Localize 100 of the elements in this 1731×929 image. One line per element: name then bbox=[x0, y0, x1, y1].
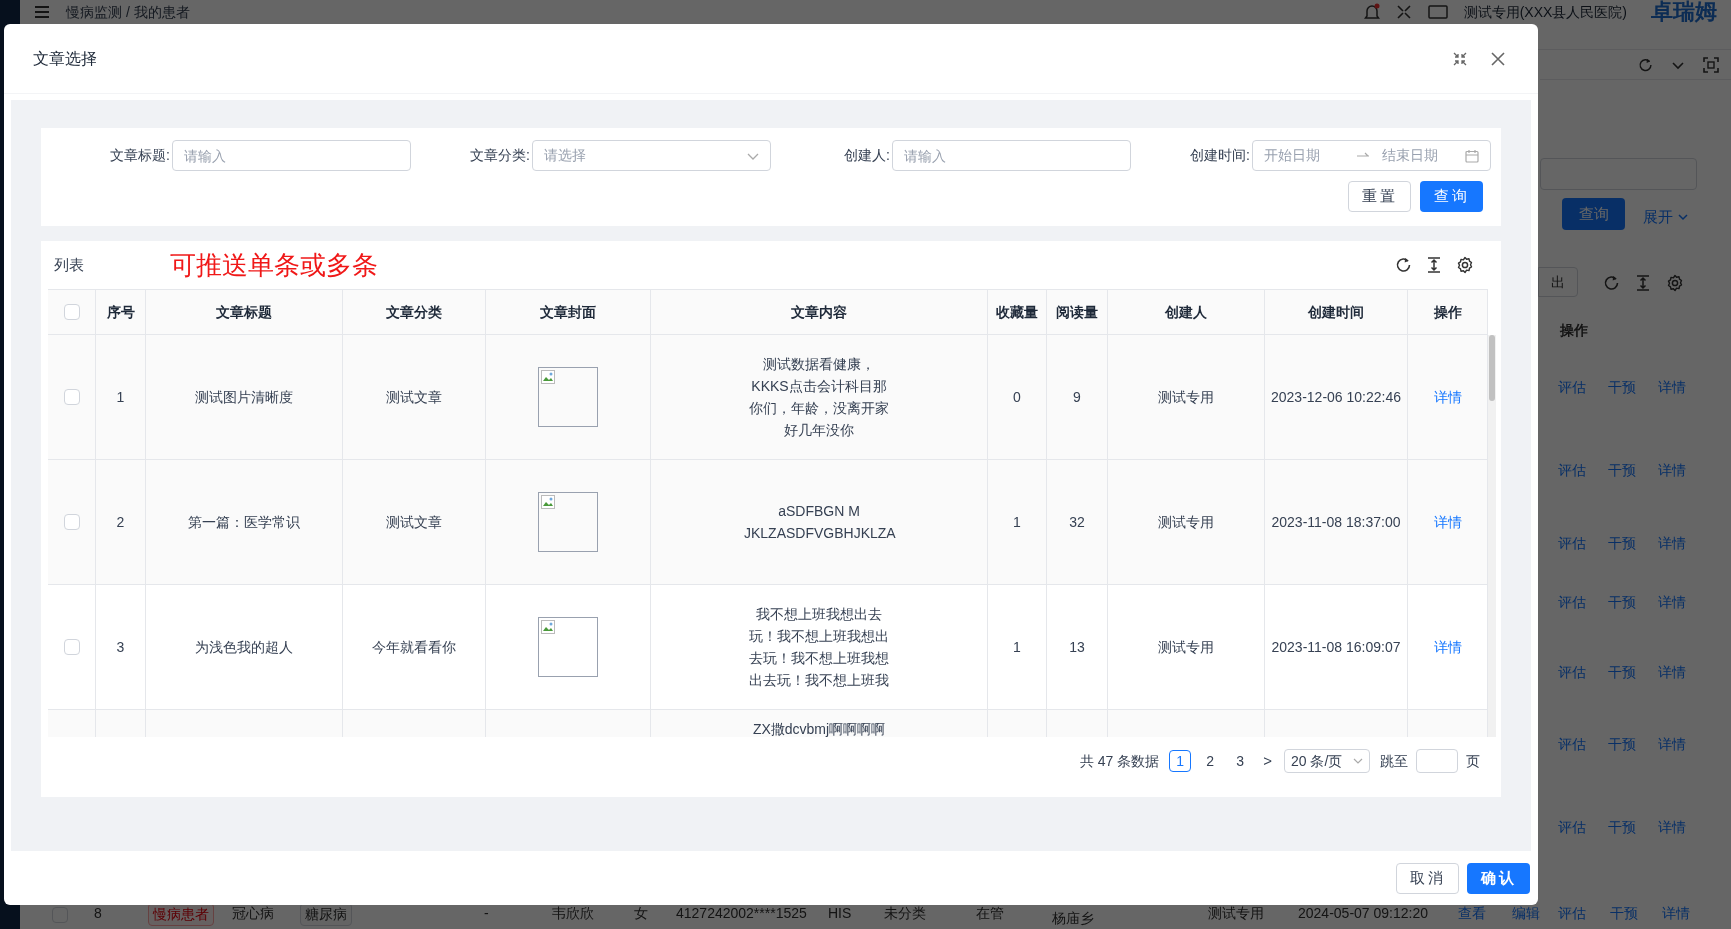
action-link[interactable]: 详情 bbox=[1658, 662, 1686, 683]
input-field[interactable]: 请输入 bbox=[172, 140, 411, 171]
column-header: 文章分类 bbox=[386, 302, 442, 322]
scrollbar[interactable] bbox=[1488, 335, 1496, 737]
action-link[interactable]: 评估 bbox=[1558, 533, 1586, 554]
table-cell-text: 为浅色我的超人 bbox=[195, 637, 293, 657]
column-header: 收藏量 bbox=[996, 302, 1038, 322]
article-content: ZX撒dcvbmj啊啊啊啊 bbox=[751, 720, 887, 737]
broken-image-icon bbox=[538, 617, 598, 677]
placeholder-text: 开始日期 bbox=[1264, 146, 1321, 165]
action-link[interactable]: 评估 bbox=[1558, 592, 1586, 613]
table-cell: 杨庙乡 bbox=[1052, 910, 1094, 926]
action-link[interactable]: 编辑 bbox=[1512, 903, 1540, 924]
action-link[interactable]: 详情 bbox=[1658, 592, 1686, 613]
column-header: 创建时间 bbox=[1308, 302, 1364, 322]
action-link[interactable]: 查看 bbox=[1458, 903, 1486, 924]
action-link[interactable]: 详情 bbox=[1658, 460, 1686, 481]
date-range-field[interactable]: 开始日期 结束日期 bbox=[1252, 140, 1491, 171]
export-button[interactable]: 出 bbox=[1538, 267, 1578, 297]
field-label: 创建人: bbox=[844, 146, 890, 165]
action-link[interactable]: 干预 bbox=[1608, 734, 1636, 755]
fullscreen-icon[interactable] bbox=[1703, 56, 1719, 73]
close-icon[interactable] bbox=[1490, 50, 1506, 67]
table-cell-text: 8 bbox=[94, 904, 102, 923]
page-button[interactable]: 3 bbox=[1229, 750, 1252, 772]
page-button[interactable]: 2 bbox=[1199, 750, 1222, 772]
table-cell-text: 未分类 bbox=[884, 904, 926, 923]
table-cell-text: 测试专用 bbox=[1208, 904, 1264, 923]
action-link[interactable]: 详情 bbox=[1658, 533, 1686, 554]
chevron-down-icon[interactable] bbox=[1353, 756, 1363, 766]
refresh-icon[interactable] bbox=[1394, 256, 1412, 274]
action-link[interactable]: 干预 bbox=[1608, 533, 1636, 554]
query-button[interactable]: 查询 bbox=[1562, 198, 1625, 230]
page-input[interactable] bbox=[1416, 749, 1458, 773]
action-link[interactable]: 详情 bbox=[1662, 903, 1690, 924]
query-button[interactable]: 查询 bbox=[1420, 181, 1483, 212]
field-label: 创建时间: bbox=[1190, 146, 1250, 165]
page-size-select[interactable]: 20 条/页 bbox=[1284, 749, 1370, 773]
action-link[interactable]: 评估 bbox=[1558, 734, 1586, 755]
table-cell-text: 在管 bbox=[976, 904, 1004, 923]
action-link[interactable]: 评估 bbox=[1558, 662, 1586, 683]
table-cell-text: 测试图片清晰度 bbox=[195, 387, 293, 407]
row-checkbox[interactable] bbox=[63, 389, 80, 405]
tag: 糖尿病 bbox=[300, 903, 352, 926]
article-content: 我不想上班我想出去 玩！我不想上班我想出 去玩！我不想上班我想 出去玩！我不想上班我 bbox=[748, 605, 890, 690]
column-header: 文章标题 bbox=[216, 302, 272, 322]
compress-icon[interactable] bbox=[1452, 50, 1468, 67]
action-link[interactable]: 干预 bbox=[1608, 460, 1636, 481]
breadcrumb: 慢病监测 / 我的患者 bbox=[66, 3, 190, 21]
table-cell-text: 2023-11-08 16:09:07 bbox=[1271, 637, 1401, 657]
detail-link[interactable]: 详情 bbox=[1433, 511, 1462, 533]
annotation-text: 可推送单条或多条 bbox=[170, 248, 378, 282]
table-cell-text: 1 bbox=[116, 387, 125, 407]
select-all-checkbox[interactable] bbox=[63, 304, 80, 320]
detail-link[interactable]: 详情 bbox=[1433, 636, 1462, 658]
menu-icon[interactable] bbox=[34, 5, 50, 19]
column-header: 阅读量 bbox=[1056, 302, 1098, 322]
bell-icon[interactable] bbox=[1363, 3, 1380, 21]
table-cell-text: 0 bbox=[1013, 387, 1021, 407]
table-cell-text: 1 bbox=[1013, 512, 1021, 532]
broken-image-icon bbox=[538, 367, 598, 427]
action-link[interactable]: 评估 bbox=[1558, 903, 1586, 924]
user-name[interactable]: 测试专用(XXX县人民医院) bbox=[1463, 3, 1627, 21]
table-cell-text: 测试专用 bbox=[1158, 637, 1214, 657]
detail-link[interactable]: 详情 bbox=[1433, 386, 1462, 408]
table-cell-text: 3 bbox=[116, 637, 125, 657]
row-height-icon[interactable] bbox=[1425, 256, 1443, 274]
select-field[interactable]: 请选择 bbox=[532, 140, 771, 171]
row-checkbox[interactable] bbox=[63, 514, 80, 530]
calendar-icon[interactable] bbox=[1465, 148, 1479, 163]
confirm-button[interactable]: 确认 bbox=[1467, 862, 1530, 894]
input-field[interactable]: 请输入 bbox=[892, 140, 1131, 171]
column-header: 文章封面 bbox=[540, 302, 596, 322]
settings-icon[interactable] bbox=[1456, 256, 1474, 274]
table-cell-text: 2023-11-08 18:37:00 bbox=[1271, 512, 1401, 532]
broken-image-icon bbox=[538, 492, 598, 552]
placeholder-text: 请选择 bbox=[544, 146, 586, 165]
next-page-button[interactable]: > bbox=[1259, 749, 1276, 773]
table-cell-text: 韦欣欣 bbox=[552, 904, 594, 923]
action-link[interactable]: 干预 bbox=[1610, 903, 1638, 924]
column-header: 创建人 bbox=[1165, 302, 1207, 322]
table-cell-text: 测试文章 bbox=[386, 387, 442, 407]
action-link[interactable]: 详情 bbox=[1658, 734, 1686, 755]
action-link[interactable]: 评估 bbox=[1558, 377, 1586, 398]
action-link[interactable]: 评估 bbox=[1558, 460, 1586, 481]
action-link[interactable]: 评估 bbox=[1558, 817, 1586, 838]
action-link[interactable]: 干预 bbox=[1608, 817, 1636, 838]
action-link[interactable]: 详情 bbox=[1658, 817, 1686, 838]
expand-link[interactable]: 展开 bbox=[1643, 206, 1673, 229]
cancel-button[interactable]: 取消 bbox=[1396, 862, 1459, 894]
action-link[interactable]: 详情 bbox=[1658, 377, 1686, 398]
action-link[interactable]: 干预 bbox=[1608, 377, 1636, 398]
row-checkbox[interactable] bbox=[63, 639, 80, 655]
reset-button[interactable]: 重置 bbox=[1348, 181, 1411, 212]
action-link[interactable]: 干预 bbox=[1608, 592, 1636, 613]
table-cell-text: 今年就看看你 bbox=[372, 637, 456, 657]
screen-icon[interactable] bbox=[1427, 4, 1448, 20]
action-link[interactable]: 干预 bbox=[1608, 662, 1636, 683]
page-button[interactable]: 1 bbox=[1169, 750, 1192, 772]
table-cell-text: - bbox=[484, 904, 489, 923]
